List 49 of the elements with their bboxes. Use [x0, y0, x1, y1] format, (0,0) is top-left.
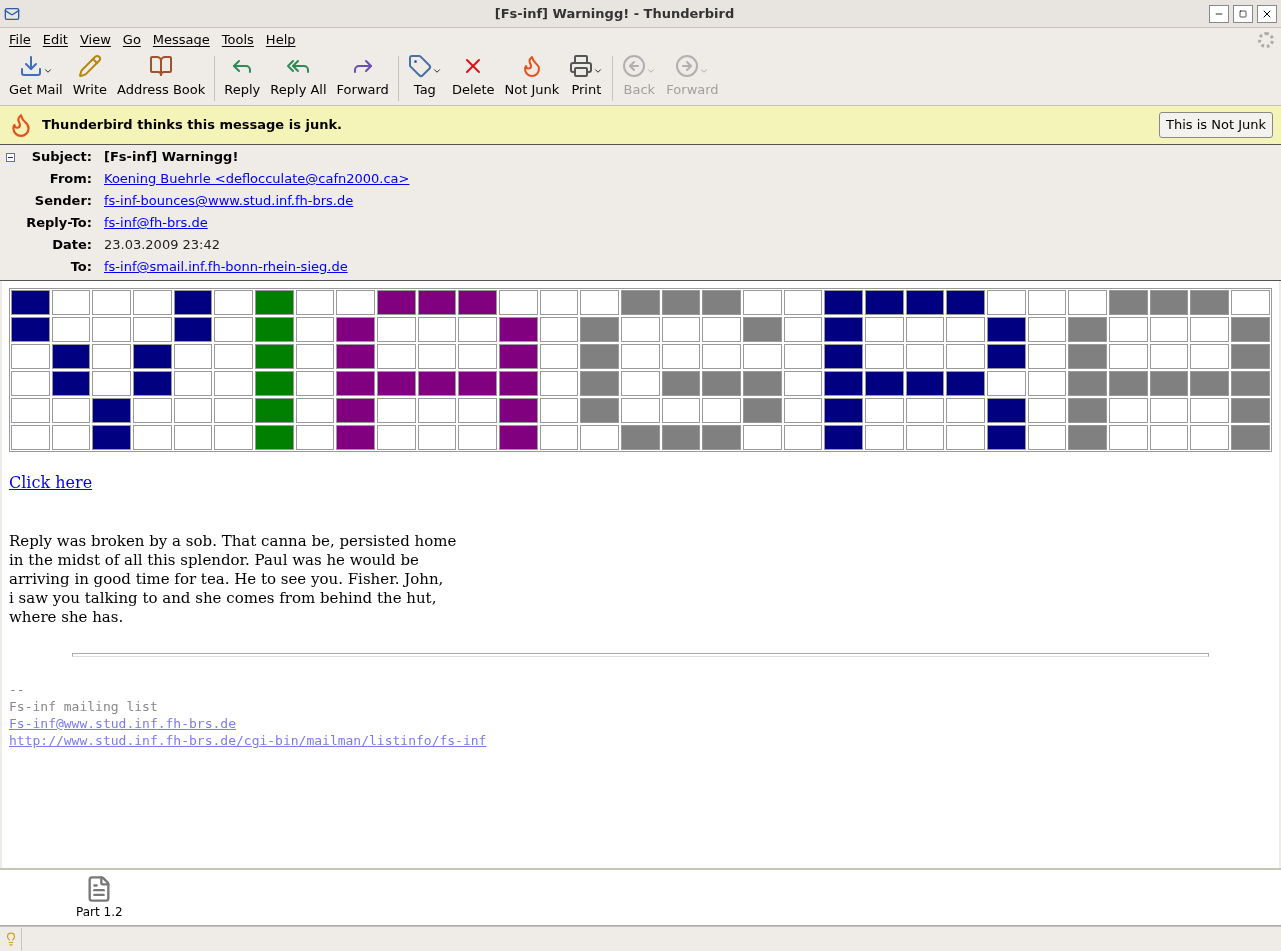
signature-text: -- Fs-inf mailing list [9, 681, 158, 715]
header-label: From: [48, 170, 92, 189]
toolbar-button[interactable]: Reply All [265, 52, 332, 105]
click-here-link[interactable]: Click here [9, 471, 93, 495]
menu-item[interactable]: Help [259, 30, 302, 50]
header-value: 23.03.2009 23:42 [104, 236, 221, 255]
printer-icon [569, 53, 594, 78]
toolbar-button[interactable]: Address Book [112, 52, 211, 105]
menu-item[interactable]: View [73, 30, 117, 50]
collapse-toggle[interactable] [5, 152, 15, 162]
header-link[interactable]: fs-inf@fh-brs.de [104, 213, 208, 233]
minimize-button[interactable] [1209, 4, 1229, 23]
subject-text: [Fs-inf] Warningg! [104, 148, 239, 167]
header-label: Subject: [30, 148, 92, 167]
toolbar-button[interactable]: Reply [219, 52, 266, 105]
attachment-name[interactable]: Part 1.2 [76, 903, 123, 921]
not-junk-button[interactable]: This is Not Junk [1159, 112, 1273, 138]
window-title: [Fs-inf] Warningg! - Thunderbird [493, 4, 736, 23]
download-icon [18, 53, 43, 78]
maximize-icon [1239, 9, 1247, 18]
app-icon [4, 5, 20, 22]
header-label: Date: [51, 236, 92, 255]
toolbar-button[interactable]: Print [564, 52, 609, 105]
header-link[interactable]: fs-inf@smail.inf.fh-bonn-rhein-sieg.de [104, 257, 348, 277]
toolbar-button[interactable]: Delete [446, 52, 500, 105]
toolbar-button[interactable]: Write [67, 52, 113, 105]
signature-link[interactable]: http://www.stud.inf.fh-brs.de/cgi-bin/mailman/listinfo/fs-inf [9, 732, 487, 749]
pencil-icon [77, 53, 102, 78]
junk-message: Thunderbird thinks this message is junk. [42, 116, 343, 135]
book-icon [149, 53, 174, 78]
menu-item[interactable]: Edit [36, 30, 74, 50]
header-label: To: [69, 258, 92, 277]
header-link[interactable]: fs-inf-bounces@www.stud.inf.fh-brs.de [104, 191, 354, 211]
toolbar-button[interactable]: Get Mail [4, 52, 68, 105]
close-button[interactable] [1257, 4, 1277, 23]
message-text: Reply was broken by a sob. That canna be, persisted home in the midst of all this splendor. Paul was he would be arriving in good time for tea. He to see you. Fisher. John, i saw you talking to and she comes from behind the hut, where she has. [9, 532, 458, 627]
toolbar-button[interactable]: Not Junk [499, 52, 565, 105]
toolbar-button[interactable]: Tag [402, 52, 447, 105]
menu-item[interactable]: Message [146, 30, 216, 50]
menu-item[interactable]: Tools [215, 30, 260, 50]
header-link[interactable]: Koening Buehrle <deflocculate@cafn2000.ca> [104, 169, 410, 189]
menu-item[interactable]: File [3, 30, 37, 50]
throbber-icon [1258, 32, 1274, 48]
tag-icon [407, 53, 432, 78]
header-label: Reply-To: [25, 214, 92, 233]
toolbar-button[interactable]: Forward [331, 52, 394, 105]
signature-link[interactable]: Fs-inf@www.stud.inf.fh-brs.de [9, 715, 236, 732]
menu-item[interactable]: Go [116, 30, 147, 50]
header-label: Sender: [33, 192, 92, 211]
